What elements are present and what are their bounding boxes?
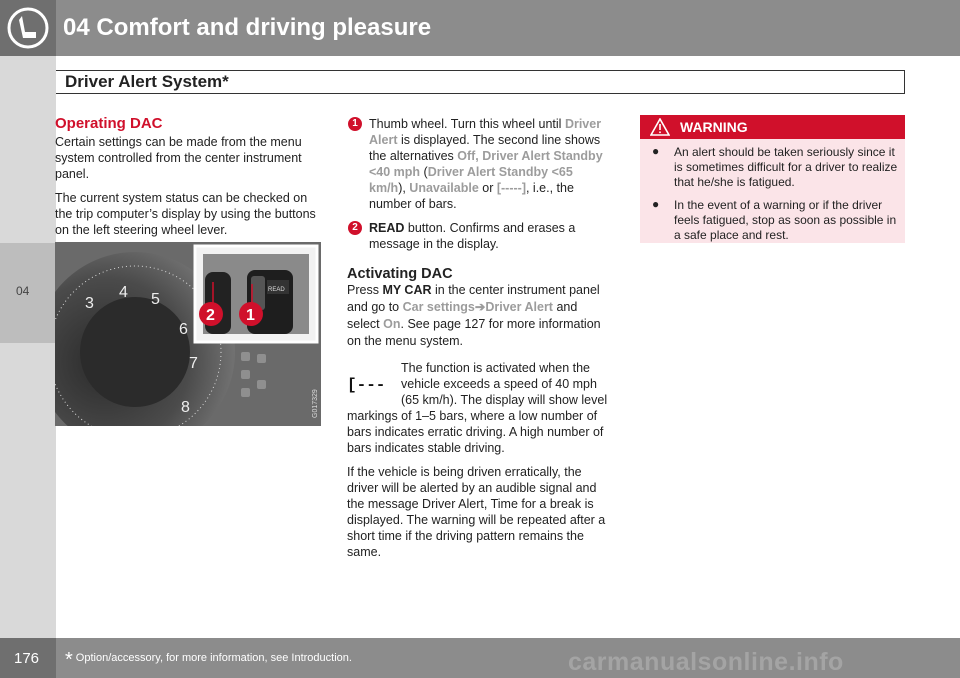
warning-title: WARNING <box>680 119 748 135</box>
warning-box: WARNING ● An alert should be taken seriou… <box>640 115 905 243</box>
driver-alert-bars-icon: [-‑- ] <box>347 363 405 401</box>
left-column: Operating DAC Certain settings can be ma… <box>55 116 321 246</box>
settings-paragraph: Certain settings can be made from the me… <box>55 135 302 181</box>
number-1-icon: 1 <box>348 117 362 131</box>
svg-text:8: 8 <box>181 399 190 416</box>
svg-text:4: 4 <box>119 284 128 301</box>
callout-1-label: 1 <box>246 307 255 324</box>
bullet-icon: ● <box>652 144 660 158</box>
image-code: G017329 <box>312 389 319 418</box>
arrow-icon: ➔ <box>474 300 486 314</box>
activate-paragraph: Press MY CAR in the center instrument pa… <box>347 283 601 348</box>
svg-text:6: 6 <box>179 321 188 338</box>
activating-dac-heading: Activating DAC <box>347 266 453 282</box>
side-tab <box>0 56 56 638</box>
number-2-icon: 2 <box>348 221 362 235</box>
warning-triangle-icon <box>650 118 670 136</box>
chapter-icon-box <box>0 0 56 56</box>
svg-text:READ: READ <box>268 287 285 293</box>
side-tab-label: 04 <box>16 284 30 298</box>
warning-header: WARNING <box>640 115 905 139</box>
footnote-star: * <box>65 649 73 671</box>
svg-text:[-‑- ]: [-‑- ] <box>347 376 395 394</box>
item-read-button: 2 READ button. Confirms and erases a mes… <box>347 220 613 252</box>
status-paragraph: The current system status can be checked… <box>55 191 316 237</box>
bullet-icon: ● <box>652 197 660 211</box>
steering-lever-photo: 3 4 5 6 7 8 READ 2 1 G017329 <box>55 242 321 426</box>
warning-body: ● An alert should be taken seriously sinc… <box>650 144 900 251</box>
operating-dac-heading: Operating DAC <box>55 115 163 132</box>
seat-icon <box>7 7 49 49</box>
item-thumb-wheel: 1 Thumb wheel. Turn this wheel until Dri… <box>347 116 613 212</box>
svg-text:7: 7 <box>189 355 198 372</box>
warning-item: ● An alert should be taken seriously sinc… <box>652 144 898 189</box>
section-title-box: Driver Alert System* <box>55 70 905 94</box>
erratic-paragraph: If the vehicle is being driven erratical… <box>347 465 606 559</box>
warning-item: ● In the event of a warning or if the dri… <box>652 197 897 242</box>
svg-text:3: 3 <box>85 295 94 312</box>
watermark: carmanualsonline.info <box>568 648 844 676</box>
function-block: [-‑- ] The function is activated when th… <box>347 360 613 464</box>
chapter-title: 04 Comfort and driving pleasure <box>63 14 432 41</box>
section-title: Driver Alert System* <box>65 72 229 91</box>
svg-text:5: 5 <box>151 291 160 308</box>
footnote: * Option/accessory, for more information,… <box>65 649 352 671</box>
callout-2-label: 2 <box>206 307 215 324</box>
instrument-illustration: 3 4 5 6 7 8 READ 2 1 G017329 <box>55 242 321 426</box>
page-number: 176 <box>14 650 40 667</box>
middle-column: 1 Thumb wheel. Turn this wheel until Dri… <box>347 116 613 568</box>
